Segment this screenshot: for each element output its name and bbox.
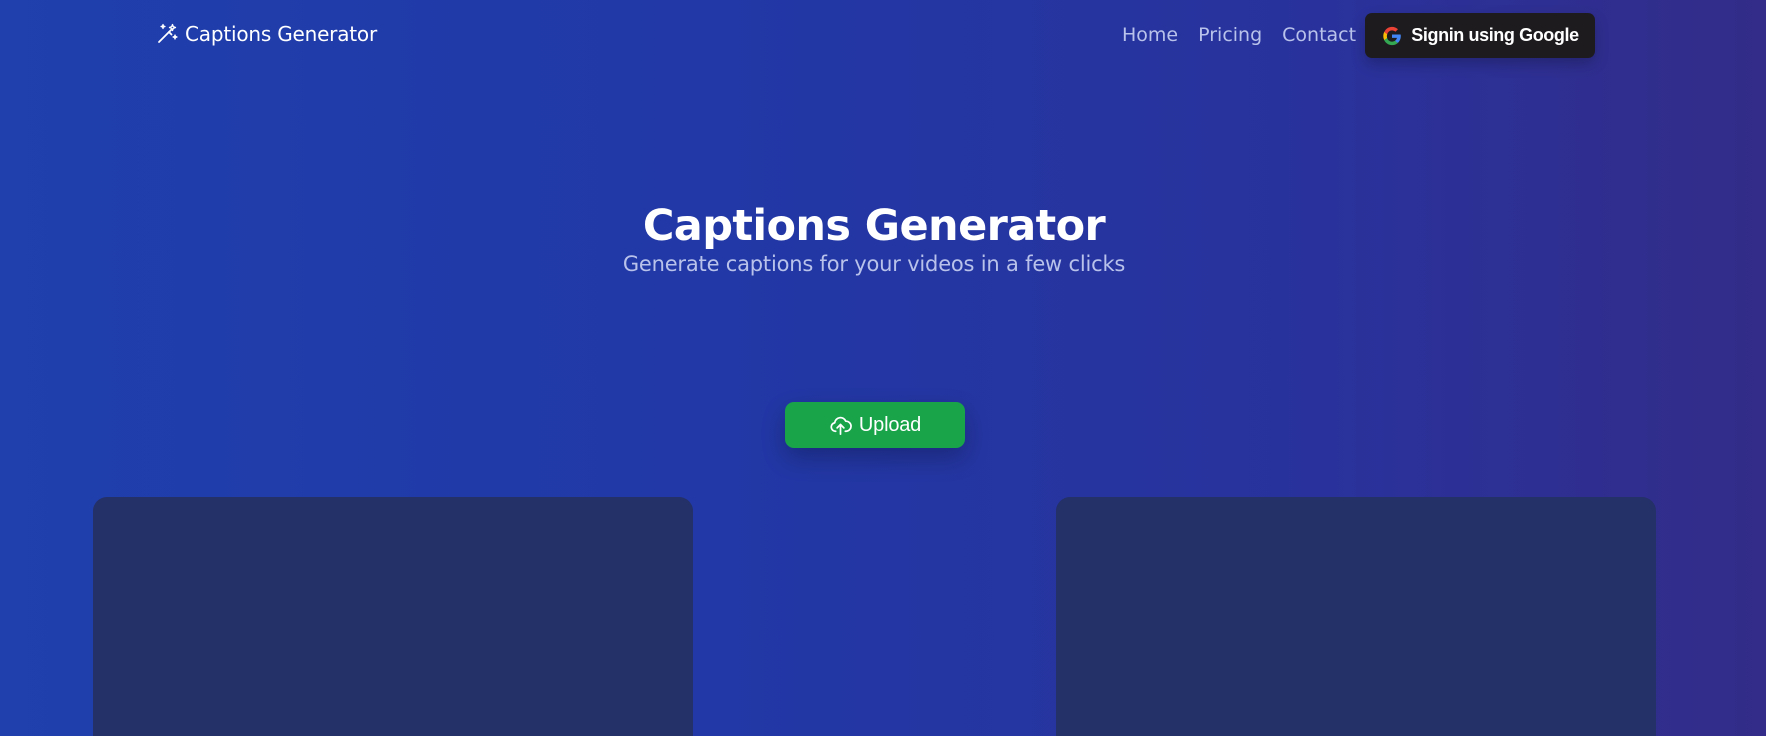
nav-contact-link[interactable]: Contact	[1282, 24, 1356, 46]
upload-button[interactable]: Upload	[785, 402, 965, 448]
top-navigation: Captions Generator Home Pricing Contact …	[0, 0, 1766, 74]
cloud-upload-icon	[830, 416, 852, 435]
right-video-card	[1056, 497, 1656, 736]
google-signin-button[interactable]: Signin using Google	[1365, 13, 1595, 58]
main-navigation: Home Pricing Contact	[1122, 24, 1356, 46]
site-brand[interactable]: Captions Generator	[155, 22, 377, 46]
magic-wand-icon	[158, 23, 178, 43]
nav-home-link[interactable]: Home	[1122, 24, 1178, 46]
upload-label: Upload	[858, 413, 922, 436]
left-video-card	[93, 497, 693, 736]
hero-subtitle: Generate captions for your videos in a f…	[622, 252, 1126, 276]
brand-label: Captions Generator	[185, 22, 377, 46]
nav-pricing-link[interactable]: Pricing	[1198, 24, 1262, 46]
google-icon	[1383, 26, 1402, 45]
hero-title: Captions Generator	[642, 201, 1106, 251]
google-signin-label: Signin using Google	[1411, 25, 1579, 45]
